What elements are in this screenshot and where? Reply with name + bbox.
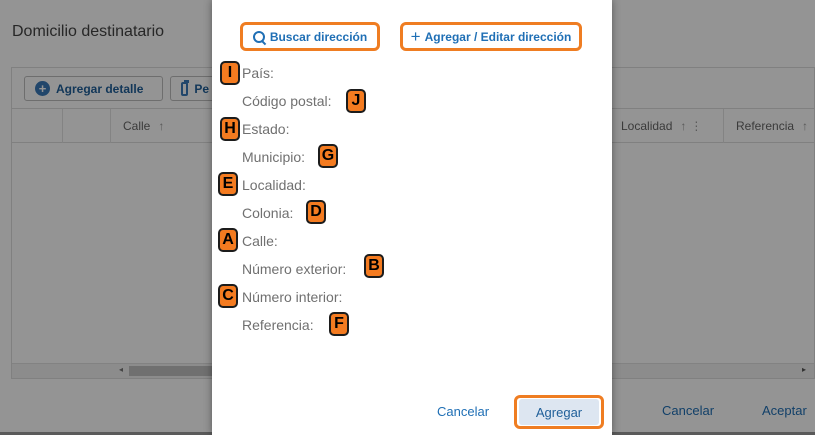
add-edit-address-label: Agregar / Editar dirección: [424, 30, 572, 44]
add-edit-address-button[interactable]: + Agregar / Editar dirección: [405, 27, 577, 47]
field-pais: País:: [242, 65, 274, 81]
marker-a: A: [218, 228, 238, 252]
search-icon: [252, 30, 266, 44]
plus-icon: +: [410, 27, 421, 46]
field-numero-exterior: Número exterior:: [242, 261, 347, 277]
marker-e: E: [218, 172, 238, 196]
dialog-add-button[interactable]: Agregar: [519, 399, 599, 425]
field-codigo-postal: Código postal:: [242, 93, 332, 109]
field-localidad: Localidad:: [242, 177, 306, 193]
marker-f: F: [329, 312, 349, 336]
field-colonia: Colonia:: [242, 205, 294, 221]
field-municipio: Municipio:: [242, 149, 306, 165]
marker-j: J: [346, 89, 366, 113]
marker-c: C: [218, 284, 238, 308]
marker-g: G: [318, 144, 338, 168]
marker-i: I: [220, 61, 240, 85]
address-dialog: Buscar dirección + Agregar / Editar dire…: [212, 0, 612, 435]
search-address-button[interactable]: Buscar dirección: [245, 27, 375, 47]
dialog-cancel-button[interactable]: Cancelar: [437, 404, 489, 419]
search-address-label: Buscar dirección: [269, 30, 368, 44]
marker-h: H: [220, 117, 240, 141]
field-estado: Estado:: [242, 121, 290, 137]
marker-b: B: [364, 254, 384, 278]
marker-d: D: [306, 200, 326, 224]
field-calle: Calle:: [242, 233, 278, 249]
field-referencia: Referencia:: [242, 317, 314, 333]
field-numero-interior: Número interior:: [242, 289, 343, 305]
